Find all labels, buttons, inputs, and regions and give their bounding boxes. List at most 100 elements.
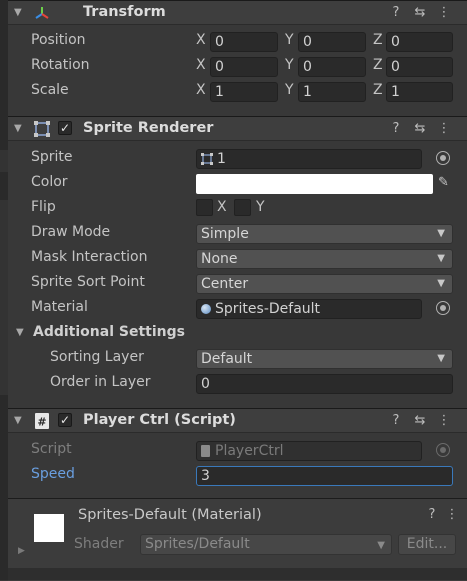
draw-mode-value: Simple [201,226,249,242]
shader-value: Sprites/Default [145,536,250,552]
help-icon[interactable]: ? [424,507,440,523]
scale-y-field[interactable]: 1 [298,82,366,102]
material-name: Sprites-Default (Material) [78,507,262,523]
draw-mode-dropdown[interactable]: Simple ▼ [196,224,453,244]
fold-arrow-icon[interactable]: ▼ [14,7,22,18]
fold-arrow-icon[interactable]: ▼ [14,415,22,426]
z-axis-label[interactable]: Z [373,82,383,98]
object-picker-icon[interactable] [436,301,450,315]
position-y-field[interactable]: 0 [298,32,366,52]
material-thumbnail [34,514,64,542]
scale-x-field[interactable]: 1 [210,82,278,102]
y-axis-label[interactable]: Y [285,82,294,98]
script-label: Script [31,441,72,457]
sorting-layer-row: Sorting Layer Default ▼ [8,346,467,371]
kebab-menu-icon[interactable]: ⋮ [436,5,452,21]
additional-settings-title: Additional Settings [33,324,185,340]
flip-label: Flip [31,199,56,215]
edit-shader-button[interactable]: Edit... [398,534,456,555]
x-axis-label[interactable]: X [196,82,206,98]
sorting-layer-label: Sorting Layer [50,349,144,365]
draw-mode-row: Draw Mode Simple ▼ [8,221,467,246]
flip-y-label: Y [256,199,265,215]
sprite-renderer-header[interactable]: ▼ ✓ Sprite Renderer ? ⇆ ⋮ [8,116,467,141]
scale-row: Scale X 1 Y 1 Z 1 [8,79,467,104]
kebab-menu-icon[interactable]: ⋮ [444,507,460,523]
y-axis-label[interactable]: Y [285,32,294,48]
x-axis-label[interactable]: X [196,32,206,48]
fold-arrow-icon[interactable]: ▼ [16,327,24,338]
kebab-menu-icon[interactable]: ⋮ [436,413,452,429]
component-enabled-checkbox[interactable]: ✓ [58,413,72,427]
rotation-y-field[interactable]: 0 [298,57,366,77]
dropdown-arrow-icon: ▼ [437,278,445,289]
rotation-row: Rotation X 0 Y 0 Z 0 [8,54,467,79]
dropdown-arrow-icon: ▼ [437,353,445,364]
speed-label[interactable]: Speed [31,466,75,482]
shader-label: Shader [74,536,124,552]
mask-interaction-label: Mask Interaction [31,249,148,265]
flip-x-checkbox[interactable] [196,199,213,216]
y-axis-label[interactable]: Y [285,57,294,73]
presets-icon[interactable]: ⇆ [412,413,428,429]
help-icon[interactable]: ? [388,5,404,21]
color-label: Color [31,174,68,190]
presets-icon[interactable]: ⇆ [412,5,428,21]
flip-x-label: X [217,199,227,215]
rotation-z-field[interactable]: 0 [386,57,453,77]
dropdown-arrow-icon: ▼ [437,228,445,239]
material-asset-icon [201,304,211,314]
additional-settings-foldout[interactable]: ▼ Additional Settings [8,321,467,346]
sprite-asset-icon [201,153,213,165]
kebab-menu-icon[interactable]: ⋮ [436,121,452,137]
gutter-segment [0,200,8,395]
material-object-field[interactable]: Sprites-Default [196,299,422,319]
color-swatch[interactable] [196,174,433,194]
color-row: Color ✎ [8,171,467,196]
mask-interaction-dropdown[interactable]: None ▼ [196,249,453,269]
bottom-bar [8,568,467,580]
player-ctrl-header[interactable]: ▼ # ✓ Player Ctrl (Script) ? ⇆ ⋮ [8,408,467,433]
sprite-row: Sprite 1 [8,146,467,171]
position-row: Position X 0 Y 0 Z 0 [8,29,467,54]
material-row: Material Sprites-Default [8,296,467,321]
dropdown-arrow-icon: ▼ [377,540,385,551]
help-icon[interactable]: ? [388,413,404,429]
script-row: Script PlayerCtrl [8,438,467,463]
sprite-object-field[interactable]: 1 [196,149,422,169]
sprite-value: 1 [217,151,226,167]
z-axis-label[interactable]: Z [373,32,383,48]
shader-dropdown[interactable]: Sprites/Default ▼ [140,534,392,555]
speed-field[interactable]: 3 [196,466,453,486]
position-z-field[interactable]: 0 [386,32,453,52]
script-value: PlayerCtrl [215,443,284,459]
object-picker-icon [436,443,450,457]
material-value: Sprites-Default [215,301,321,317]
scale-z-field[interactable]: 1 [386,82,453,102]
object-picker-icon[interactable] [436,151,450,165]
sprite-sort-point-dropdown[interactable]: Center ▼ [196,274,453,294]
rotation-x-field[interactable]: 0 [210,57,278,77]
order-in-layer-field[interactable]: 0 [196,374,453,394]
z-axis-label[interactable]: Z [373,57,383,73]
sorting-layer-value: Default [201,351,253,367]
rotation-label: Rotation [31,57,90,73]
transform-header[interactable]: ▼ Transform ? ⇆ ⋮ [8,0,467,25]
fold-arrow-icon[interactable]: ▶ [18,546,25,556]
x-axis-label[interactable]: X [196,57,206,73]
flip-y-checkbox[interactable] [234,199,251,216]
presets-icon[interactable]: ⇆ [412,121,428,137]
transform-icon [35,7,49,19]
sorting-layer-dropdown[interactable]: Default ▼ [196,349,453,369]
flip-row: Flip X Y [8,196,467,221]
mask-interaction-row: Mask Interaction None ▼ [8,246,467,271]
script-icon: # [35,413,49,429]
fold-arrow-icon[interactable]: ▼ [14,123,22,134]
eyedropper-icon[interactable]: ✎ [438,175,449,190]
help-icon[interactable]: ? [388,121,404,137]
position-x-field[interactable]: 0 [210,32,278,52]
gutter-segment [0,150,8,172]
component-title: Sprite Renderer [83,120,214,136]
component-enabled-checkbox[interactable]: ✓ [58,121,72,135]
sprite-renderer-icon [34,121,50,137]
